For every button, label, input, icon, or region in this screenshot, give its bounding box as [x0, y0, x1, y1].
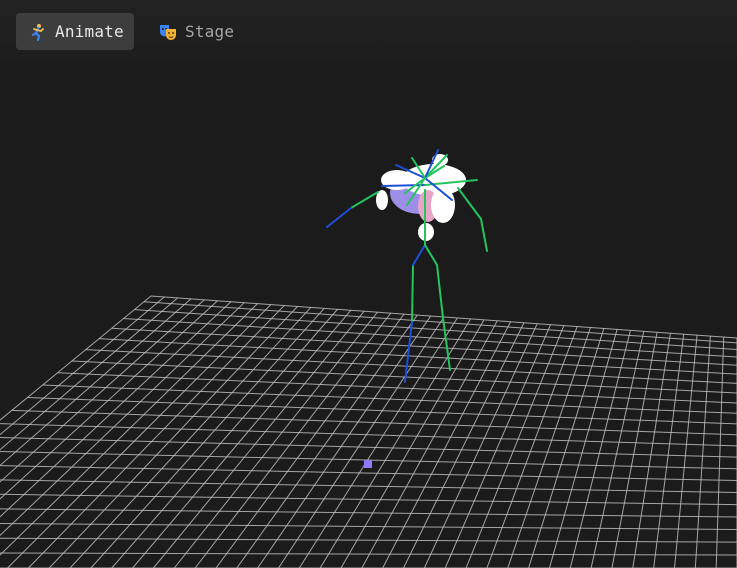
grid-line — [0, 552, 737, 556]
grid-line — [27, 397, 737, 425]
grid-line — [0, 296, 165, 436]
3d-viewport[interactable]: Animate Stage — [0, 0, 737, 568]
tab-animate[interactable]: Animate — [16, 13, 134, 50]
skeleton-bone — [480, 218, 488, 252]
grid-line — [11, 409, 737, 436]
grid-line — [0, 423, 737, 447]
running-figure-icon — [29, 23, 47, 41]
grid-line — [340, 319, 485, 568]
grid-line — [715, 337, 725, 568]
skeleton-bone — [436, 264, 444, 319]
grid-line — [123, 318, 737, 358]
grid-line — [0, 508, 737, 518]
grid-line — [153, 310, 365, 568]
character-model[interactable] — [326, 149, 488, 383]
grid-line — [173, 311, 378, 568]
grid-line — [144, 301, 737, 344]
tab-stage[interactable]: Stage — [154, 13, 244, 50]
grid-line — [90, 308, 325, 568]
grid-line — [0, 303, 258, 556]
grid-line — [673, 335, 698, 568]
grid-line — [694, 336, 711, 568]
grid-line — [298, 317, 458, 568]
character-mesh — [376, 154, 466, 241]
grid-line — [0, 297, 178, 451]
grid-line — [215, 313, 405, 568]
tab-animate-label: Animate — [55, 22, 124, 41]
grid-line — [278, 316, 445, 568]
theater-masks-icon — [159, 23, 177, 41]
origin-marker[interactable] — [364, 460, 372, 468]
skeleton-bone — [350, 191, 379, 209]
grid-line — [0, 537, 737, 543]
grid-line — [69, 307, 312, 568]
skeleton-bone — [424, 244, 438, 266]
grid-line — [0, 299, 205, 483]
grid-line — [0, 295, 152, 421]
skeleton-bone — [381, 184, 426, 187]
skeleton-bone — [326, 207, 352, 228]
skeleton-bone — [411, 264, 414, 323]
grid-line — [28, 305, 285, 568]
grid-line — [0, 479, 737, 493]
skeleton-bone — [412, 244, 426, 266]
mode-toolbar: Animate Stage — [0, 0, 737, 64]
grid-line — [361, 320, 498, 568]
ground-grid — [0, 295, 737, 568]
grid-line — [134, 309, 737, 350]
grid-line — [403, 322, 525, 568]
grid-line — [42, 384, 737, 414]
grid-line — [236, 314, 418, 568]
skeleton-bone — [457, 187, 482, 220]
grid-line — [0, 300, 218, 500]
scene-canvas — [0, 149, 737, 568]
tab-stage-label: Stage — [185, 22, 235, 41]
